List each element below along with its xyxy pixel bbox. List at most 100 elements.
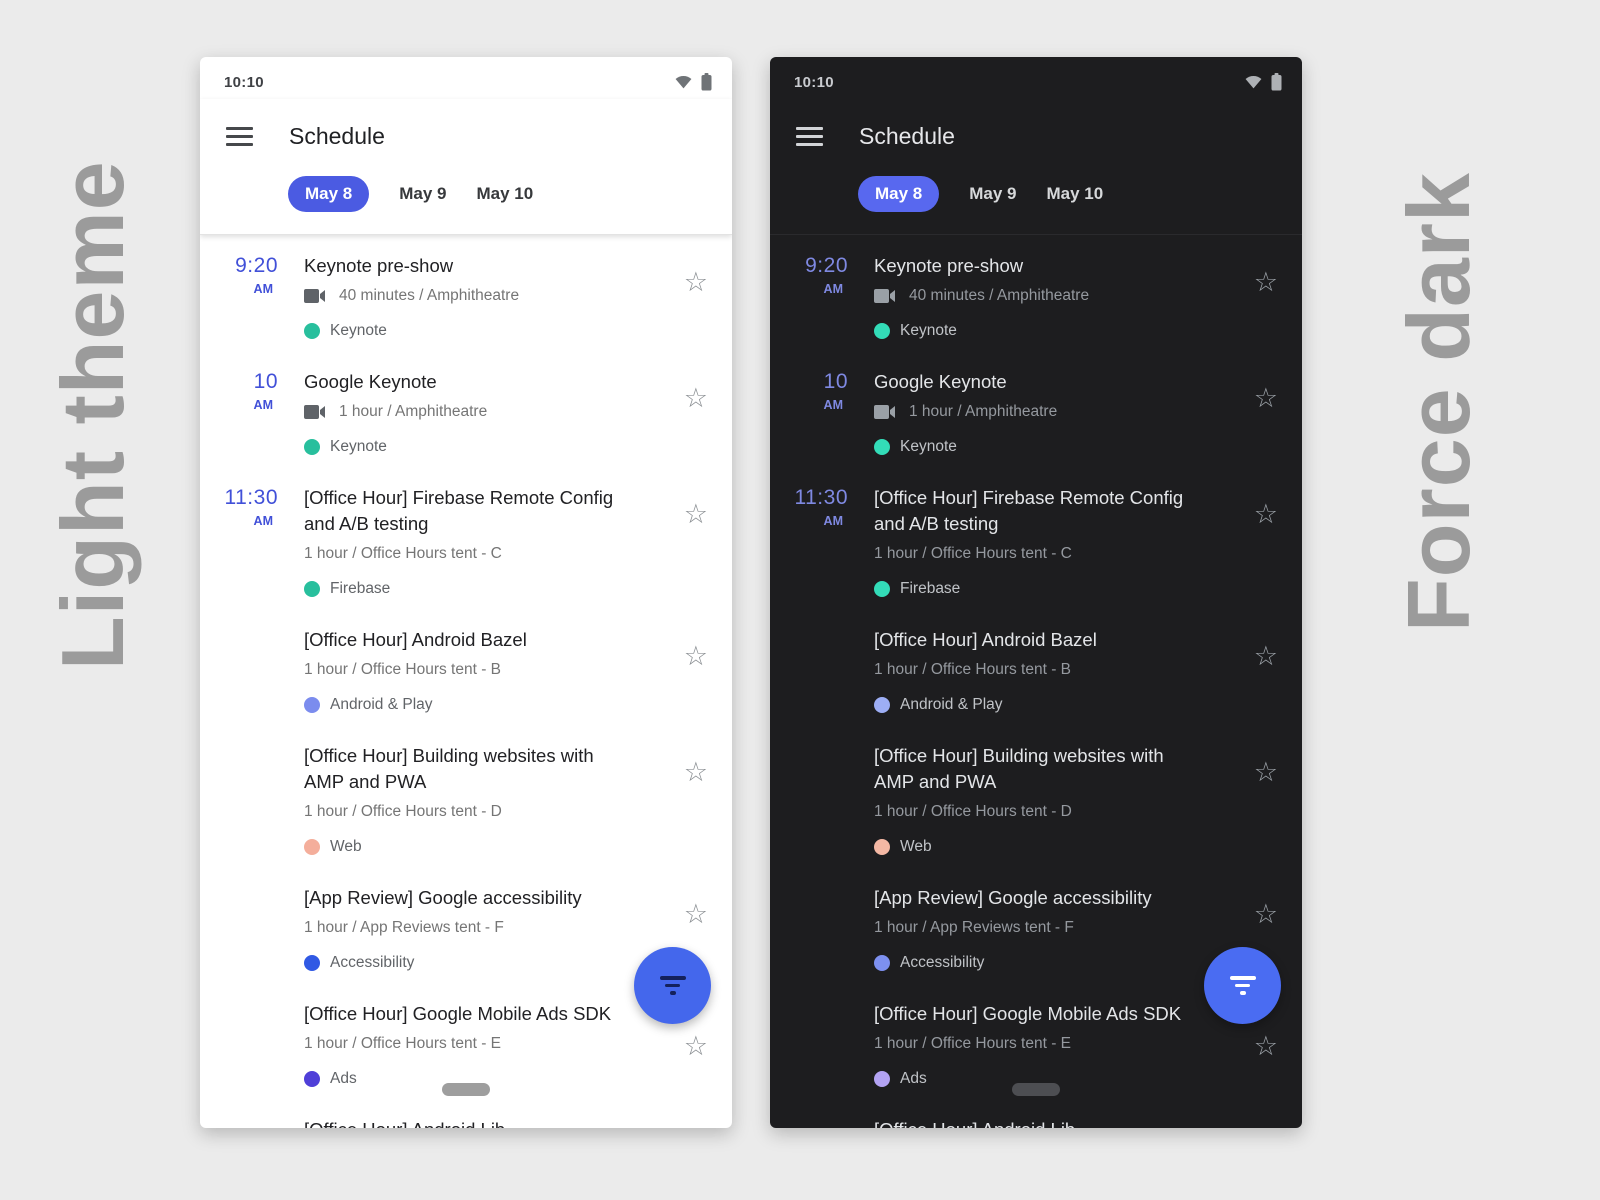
session-row[interactable]: 10 AM Google Keynote 1 hour / Amphitheat… <box>770 369 1302 457</box>
tag-label: Keynote <box>900 438 957 456</box>
session-meta: 1 hour / Amphitheatre <box>339 403 487 421</box>
tab-may-9[interactable]: May 9 <box>969 184 1016 204</box>
date-tabs: May 8 May 9 May 10 <box>200 154 732 234</box>
session-time: 9:20 AM <box>216 253 278 341</box>
page-title: Schedule <box>859 123 955 150</box>
tag-label: Web <box>900 838 932 856</box>
star-icon[interactable]: ☆ <box>684 269 708 296</box>
session-row[interactable]: 11:30 AM [Office Hour] Firebase Remote C… <box>200 485 732 599</box>
star-icon[interactable]: ☆ <box>684 385 708 412</box>
session-time <box>786 743 848 857</box>
tab-may-8[interactable]: May 8 <box>288 176 369 212</box>
tab-may-10[interactable]: May 10 <box>1047 184 1104 204</box>
star-icon[interactable]: ☆ <box>684 1033 708 1060</box>
session-row[interactable]: [Office Hour] Android Lib <box>770 1117 1302 1128</box>
session-meta: 1 hour / App Reviews tent - F <box>304 919 504 937</box>
video-icon <box>874 405 895 419</box>
session-row[interactable]: 9:20 AM Keynote pre-show 40 minutes / Am… <box>200 253 732 341</box>
tag-dot <box>874 955 890 971</box>
session-tag: Android & Play <box>874 695 1240 715</box>
session-tag: Firebase <box>304 579 670 599</box>
session-time: 11:30 AM <box>786 485 848 599</box>
star-icon[interactable]: ☆ <box>1254 1033 1278 1060</box>
left-theme-caption: Light theme <box>42 60 144 670</box>
hamburger-menu-icon[interactable] <box>796 127 823 146</box>
app-bar: Schedule May 8 May 9 May 10 <box>200 99 732 235</box>
session-tag: Firebase <box>874 579 1240 599</box>
star-icon[interactable]: ☆ <box>1254 901 1278 928</box>
session-title: [Office Hour] Android Bazel <box>874 627 1204 653</box>
filter-fab-button[interactable] <box>1204 947 1281 1024</box>
phone-dark-theme: 10:10 Schedule May 8 May 9 May 10 9:20 A… <box>770 57 1302 1128</box>
session-time <box>786 627 848 715</box>
wifi-icon <box>675 75 692 89</box>
tab-may-8[interactable]: May 8 <box>858 176 939 212</box>
session-time: 10 AM <box>216 369 278 457</box>
session-tag: Web <box>304 837 670 857</box>
session-meta: 1 hour / Office Hours tent - E <box>874 1035 1071 1053</box>
tag-label: Keynote <box>330 322 387 340</box>
session-tag: Web <box>874 837 1240 857</box>
tag-dot <box>304 697 320 713</box>
session-time: 10 AM <box>786 369 848 457</box>
session-meta: 1 hour / Office Hours tent - D <box>304 803 502 821</box>
session-meta: 1 hour / Office Hours tent - D <box>874 803 1072 821</box>
star-icon[interactable]: ☆ <box>1254 643 1278 670</box>
tag-dot <box>874 439 890 455</box>
session-title: [Office Hour] Android Lib <box>304 1117 634 1128</box>
page-title: Schedule <box>289 123 385 150</box>
status-time: 10:10 <box>224 74 264 91</box>
tag-label: Web <box>330 838 362 856</box>
session-row[interactable]: [Office Hour] Android Lib <box>200 1117 732 1128</box>
session-tag: Accessibility <box>304 953 670 973</box>
star-icon[interactable]: ☆ <box>1254 385 1278 412</box>
session-meta: 1 hour / Office Hours tent - C <box>304 545 502 563</box>
session-title: Keynote pre-show <box>874 253 1204 279</box>
star-icon[interactable]: ☆ <box>1254 759 1278 786</box>
status-bar: 10:10 <box>770 57 1302 99</box>
session-time <box>216 627 278 715</box>
session-row[interactable]: [Office Hour] Android Bazel 1 hour / Off… <box>200 627 732 715</box>
star-icon[interactable]: ☆ <box>1254 501 1278 528</box>
star-icon[interactable]: ☆ <box>684 643 708 670</box>
tag-dot <box>874 697 890 713</box>
session-row[interactable]: 10 AM Google Keynote 1 hour / Amphitheat… <box>200 369 732 457</box>
session-meta: 1 hour / Office Hours tent - B <box>874 661 1071 679</box>
session-row[interactable]: [Office Hour] Building websites with AMP… <box>200 743 732 857</box>
session-title: Google Keynote <box>304 369 634 395</box>
star-icon[interactable]: ☆ <box>684 759 708 786</box>
star-icon[interactable]: ☆ <box>684 901 708 928</box>
session-title: Keynote pre-show <box>304 253 634 279</box>
tag-dot <box>874 323 890 339</box>
star-icon[interactable]: ☆ <box>684 501 708 528</box>
session-row[interactable]: 9:20 AM Keynote pre-show 40 minutes / Am… <box>770 253 1302 341</box>
session-tag: Keynote <box>304 321 670 341</box>
home-indicator[interactable] <box>442 1083 490 1096</box>
tag-dot <box>304 1071 320 1087</box>
hamburger-menu-icon[interactable] <box>226 127 253 146</box>
tag-label: Accessibility <box>330 954 414 972</box>
video-icon <box>304 289 325 303</box>
star-icon[interactable]: ☆ <box>1254 269 1278 296</box>
session-meta: 40 minutes / Amphitheatre <box>339 287 519 305</box>
tag-label: Keynote <box>330 438 387 456</box>
session-row[interactable]: 11:30 AM [Office Hour] Firebase Remote C… <box>770 485 1302 599</box>
tab-may-9[interactable]: May 9 <box>399 184 446 204</box>
session-tag: Accessibility <box>874 953 1240 973</box>
session-meta: 1 hour / Office Hours tent - E <box>304 1035 501 1053</box>
home-indicator[interactable] <box>1012 1083 1060 1096</box>
filter-fab-button[interactable] <box>634 947 711 1024</box>
session-row[interactable]: [Office Hour] Android Bazel 1 hour / Off… <box>770 627 1302 715</box>
battery-icon <box>701 73 712 91</box>
session-time <box>216 1117 278 1128</box>
tag-dot <box>874 581 890 597</box>
session-row[interactable]: [Office Hour] Building websites with AMP… <box>770 743 1302 857</box>
session-title: [App Review] Google accessibility <box>874 885 1204 911</box>
tag-dot <box>304 323 320 339</box>
tag-dot <box>304 581 320 597</box>
tag-dot <box>874 1071 890 1087</box>
session-time <box>216 1001 278 1089</box>
video-icon <box>874 289 895 303</box>
right-theme-caption: Force dark <box>1388 52 1490 632</box>
tab-may-10[interactable]: May 10 <box>477 184 534 204</box>
